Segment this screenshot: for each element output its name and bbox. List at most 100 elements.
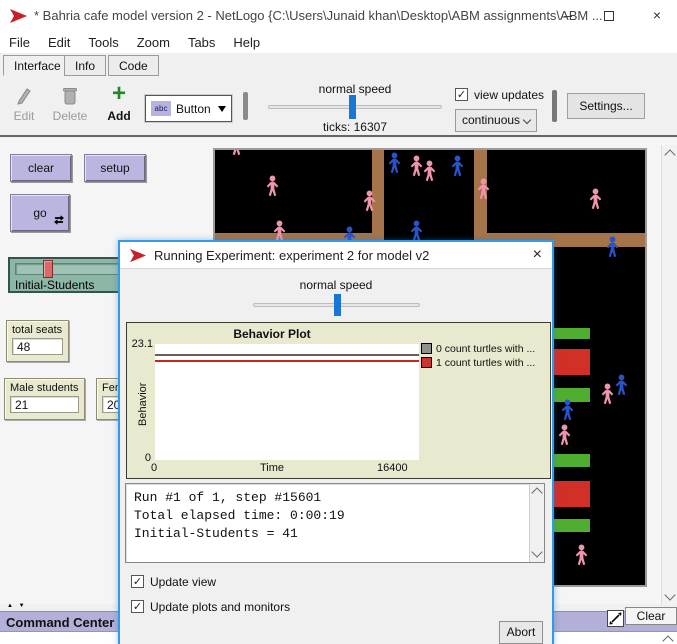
close-button[interactable]: ×: [649, 8, 665, 24]
tab-row: Interface Info Code: [0, 53, 677, 76]
cc-scroll-up-icon[interactable]: [662, 635, 673, 644]
go-button[interactable]: go: [10, 194, 70, 232]
toolbar: Edit Delete + Add abc Button normal spee…: [0, 76, 677, 137]
abort-button[interactable]: Abort: [499, 621, 543, 644]
speed-slider-label: normal speed: [280, 82, 430, 96]
edit-pencil-icon[interactable]: [15, 86, 31, 106]
toolbar-separator-2: [552, 90, 557, 122]
console-scroll-up-icon[interactable]: [531, 487, 542, 498]
delete-trash-icon[interactable]: [62, 86, 78, 106]
speed-slider-handle[interactable]: [349, 95, 356, 119]
legend-item: 1 count turtles with ...: [421, 357, 535, 369]
person-blue: [450, 155, 465, 178]
x-max-label: 16400: [377, 462, 408, 474]
command-center-title: Command Center: [6, 615, 114, 630]
person-pink: [574, 544, 589, 567]
initial-students-slider[interactable]: Initial-Students: [8, 257, 121, 293]
vertical-scrollbar[interactable]: [661, 145, 677, 605]
minimize-button[interactable]: –: [560, 8, 576, 24]
toolbar-separator: [243, 92, 248, 120]
slider-groove: [15, 263, 121, 275]
behavior-plot: Behavior Plot 23.1 0 Behavior 0 Time 164…: [126, 322, 551, 479]
command-center-resize-arrows[interactable]: ▲ ▼: [7, 603, 27, 609]
setup-button[interactable]: setup: [84, 154, 146, 182]
update-plots-label: Update plots and monitors: [150, 600, 290, 614]
title-bar: * Bahria cafe model version 2 - NetLogo …: [0, 0, 677, 32]
plot-area: [155, 344, 419, 460]
update-mode-dropdown[interactable]: continuous: [455, 109, 537, 132]
slider-handle[interactable]: [43, 260, 53, 278]
command-center-clear-button[interactable]: Clear: [625, 607, 677, 625]
plot-series-line: [155, 360, 419, 362]
chevron-down-icon: [523, 116, 531, 124]
dialog-title-bar: Running Experiment: experiment 2 for mod…: [120, 242, 552, 269]
update-plots-checkbox[interactable]: [131, 600, 144, 613]
netlogo-logo-icon: [130, 248, 147, 263]
person-pink: [422, 160, 437, 183]
add-plus-icon[interactable]: +: [104, 80, 134, 108]
monitor-value: 48: [12, 338, 63, 355]
widget-type-dropdown[interactable]: abc Button: [145, 95, 232, 122]
console-scroll-down-icon[interactable]: [531, 546, 542, 557]
menu-zoom[interactable]: Zoom: [128, 32, 179, 50]
clear-button[interactable]: clear: [10, 154, 72, 182]
tab-code[interactable]: Code: [108, 55, 159, 76]
edit-button[interactable]: Edit: [6, 109, 42, 123]
ticks-counter: ticks: 16307: [280, 120, 430, 134]
command-center-expand-icon[interactable]: [607, 610, 624, 627]
tab-info[interactable]: Info: [64, 55, 106, 76]
person-blue: [605, 236, 620, 259]
person-pink: [362, 190, 377, 213]
y-min-label: 0: [139, 452, 151, 464]
menu-tools[interactable]: Tools: [79, 32, 127, 50]
console-line: Initial-Students = 41: [134, 525, 536, 543]
legend-swatch-gray: [421, 343, 432, 354]
monitor-value: 21: [10, 396, 79, 413]
x-axis-label: Time: [155, 462, 389, 474]
forever-loop-icon: [53, 214, 65, 226]
person-pink: [476, 178, 491, 201]
legend-swatch-red: [421, 357, 432, 368]
view-updates-checkbox[interactable]: [455, 88, 468, 101]
monitor-label: total seats: [12, 324, 63, 336]
update-view-checkbox[interactable]: [131, 575, 144, 588]
delete-button[interactable]: Delete: [50, 109, 90, 123]
experiment-console[interactable]: Run #1 of 1, step #15601 Total elapsed t…: [125, 483, 545, 563]
dialog-close-icon[interactable]: ×: [533, 246, 542, 264]
menu-help[interactable]: Help: [224, 32, 269, 50]
console-line: Run #1 of 1, step #15601: [134, 489, 536, 507]
maximize-button[interactable]: [604, 11, 614, 21]
menu-edit[interactable]: Edit: [39, 32, 79, 50]
person-blue: [614, 374, 629, 397]
settings-button[interactable]: Settings...: [567, 93, 645, 119]
menu-file[interactable]: File: [0, 32, 39, 50]
update-mode-value: continuous: [462, 113, 520, 127]
dialog-speed-label: normal speed: [120, 278, 552, 292]
monitor-label: Male students: [10, 382, 79, 394]
person-pink: [229, 150, 244, 157]
dropdown-arrow-icon: [218, 106, 226, 112]
person-blue: [560, 399, 575, 422]
menu-bar: File Edit Tools Zoom Tabs Help: [0, 32, 677, 53]
add-button[interactable]: Add: [104, 109, 134, 123]
y-axis-label: Behavior: [137, 383, 149, 426]
window-title: * Bahria cafe model version 2 - NetLogo …: [34, 8, 603, 23]
dialog-speed-slider-handle[interactable]: [334, 294, 341, 316]
monitor-total-seats: total seats 48: [6, 320, 69, 362]
legend-item: 0 count turtles with ...: [421, 343, 535, 355]
scroll-down-icon[interactable]: [664, 589, 675, 600]
running-experiment-dialog: Running Experiment: experiment 2 for mod…: [118, 240, 554, 644]
plot-title: Behavior Plot: [127, 327, 417, 341]
update-view-label: Update view: [150, 575, 216, 589]
scroll-up-icon[interactable]: [664, 149, 675, 160]
y-max-label: 23.1: [129, 338, 153, 350]
netlogo-logo-icon: [10, 8, 28, 24]
console-scrollbar[interactable]: [529, 484, 544, 562]
tab-interface[interactable]: Interface: [3, 55, 72, 76]
person-blue: [387, 152, 402, 175]
monitor-male-students: Male students 21: [4, 378, 85, 420]
legend-label: 1 count turtles with ...: [436, 357, 535, 369]
menu-tabs[interactable]: Tabs: [179, 32, 224, 50]
person-pink: [588, 188, 603, 211]
view-updates-label: view updates: [474, 88, 564, 102]
